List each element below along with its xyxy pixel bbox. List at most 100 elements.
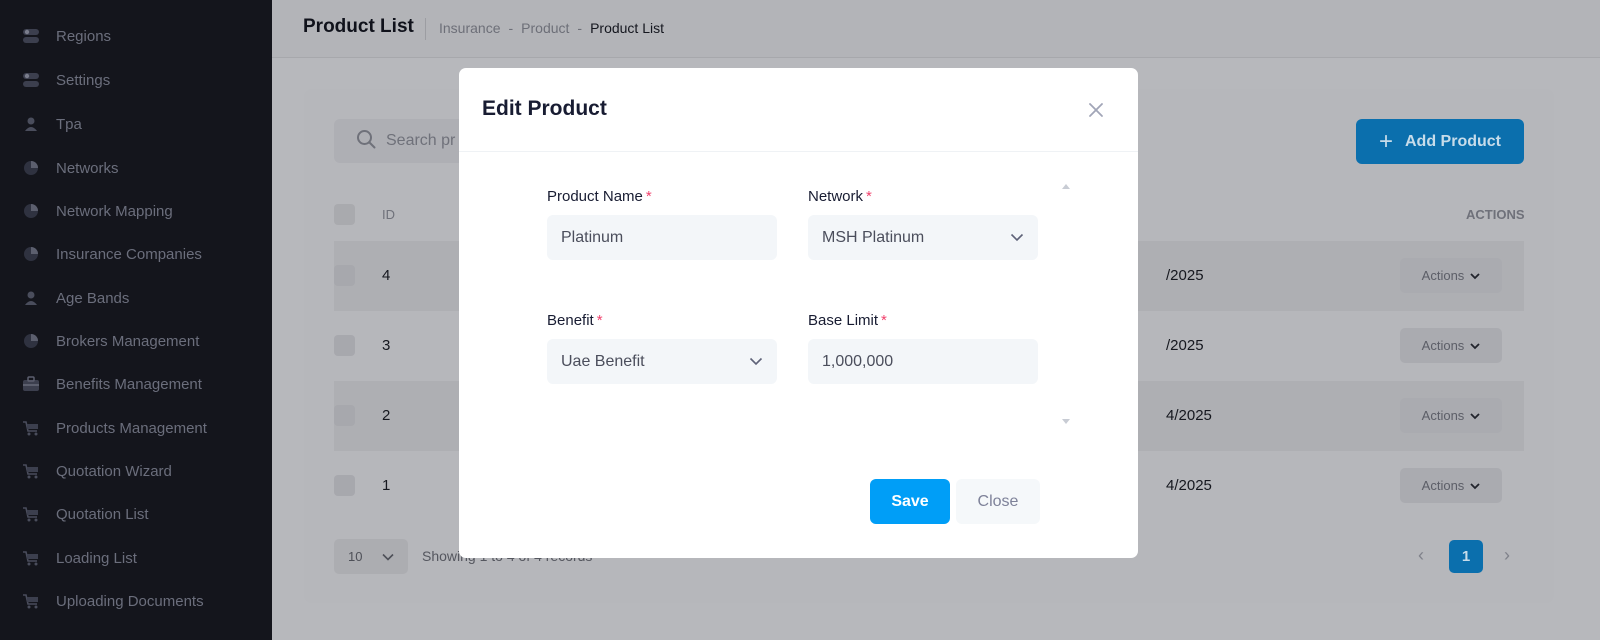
pie-chart-icon [22,245,40,263]
row-actions-button[interactable]: Actions [1400,398,1502,433]
breadcrumb-separator: - [577,20,583,36]
chevron-left-icon[interactable]: ‹ [1418,545,1424,566]
required-mark: * [881,312,887,329]
sidebar-item-tpa[interactable]: Tpa [0,106,272,142]
sidebar-item-insurance-companies[interactable]: Insurance Companies [0,236,272,272]
sidebar-item-label: Uploading Documents [56,592,204,610]
title-divider [425,18,426,40]
sidebar-item-networks[interactable]: Networks [0,150,272,186]
breadcrumb-item-current: Product List [590,20,665,36]
add-product-label: Add Product [1405,132,1501,150]
cart-icon [22,462,40,480]
sidebar-item-network-mapping[interactable]: Network Mapping [0,193,272,229]
chevron-down-icon [1470,338,1480,353]
sidebar-item-label: Loading List [56,549,137,567]
sidebar-item-regions[interactable]: Regions [0,18,272,54]
page-size-select[interactable]: 10 [334,539,408,574]
chevron-down-icon [1470,478,1480,493]
cart-icon [22,592,40,610]
sidebar-item-label: Networks [56,159,119,177]
page-header: Product List Insurance - Product - Produ… [272,0,1600,58]
chevron-down-icon [1470,408,1480,423]
pie-chart-icon [22,159,40,177]
row-id: 3 [382,337,391,354]
pagination-current-page[interactable]: 1 [1449,540,1483,573]
sidebar-item-age-bands[interactable]: Age Bands [0,280,272,316]
benefit-select[interactable]: Uae Benefit [547,339,777,384]
column-header-id[interactable]: ID [382,207,395,222]
breadcrumb-item-insurance[interactable]: Insurance [439,20,500,36]
network-value: MSH Platinum [822,228,925,246]
row-actions-button[interactable]: Actions [1400,258,1502,293]
product-name-input[interactable]: Platinum [547,215,777,260]
plus-icon: + [1378,127,1393,155]
sidebar-item-label: Network Mapping [56,202,173,220]
sidebar-item-loading-list[interactable]: Loading List [0,540,272,576]
chevron-down-icon [382,549,394,564]
network-select[interactable]: MSH Platinum [808,215,1038,260]
network-label-text: Network [808,188,864,205]
row-actions-label: Actions [1421,408,1465,423]
benefit-label: Benefit * [547,312,603,329]
sidebar-item-benefits-management[interactable]: Benefits Management [0,366,272,402]
scroll-up-arrow[interactable] [1062,184,1070,189]
benefit-label-text: Benefit [547,312,594,329]
product-name-label-text: Product Name [547,188,643,205]
close-button[interactable]: Close [956,479,1040,524]
row-actions-button[interactable]: Actions [1400,328,1502,363]
breadcrumb-separator: - [508,20,514,36]
sidebar-item-quotation-list[interactable]: Quotation List [0,496,272,532]
scroll-down-arrow[interactable] [1062,419,1070,424]
row-checkbox[interactable] [334,475,355,496]
sidebar-item-label: Brokers Management [56,332,200,350]
chevron-right-icon[interactable]: › [1504,545,1510,566]
row-checkbox[interactable] [334,265,355,286]
row-actions-label: Actions [1421,268,1465,283]
row-checkbox[interactable] [334,335,355,356]
search-icon [356,129,376,154]
sidebar-item-label: Benefits Management [56,375,202,393]
sidebar-item-quotation-wizard[interactable]: Quotation Wizard [0,453,272,489]
row-id: 2 [382,407,391,424]
network-label: Network * [808,188,872,205]
row-date: 4/2025 [1166,407,1212,424]
product-name-label: Product Name * [547,188,652,205]
required-mark: * [866,188,872,205]
briefcase-icon [22,375,40,393]
sidebar-item-label: Quotation Wizard [56,462,172,480]
base-limit-input[interactable]: 1,000,000 [808,339,1038,384]
breadcrumb: Insurance - Product - Product List [439,20,664,36]
sidebar-item-label: Settings [56,71,111,89]
base-limit-label: Base Limit * [808,312,887,329]
chevron-down-icon [1470,268,1480,283]
user-icon [22,115,40,133]
close-icon[interactable] [1084,98,1108,122]
row-actions-button[interactable]: Actions [1400,468,1502,503]
sidebar-item-brokers-management[interactable]: Brokers Management [0,323,272,359]
sidebar-item-label: Tpa [56,115,82,133]
sidebar-item-label: Quotation List [56,505,149,523]
edit-product-modal: Edit Product Product Name * Platinum Netw… [459,68,1138,558]
product-name-value: Platinum [561,228,624,246]
required-mark: * [645,188,652,205]
sidebar-item-label: Age Bands [56,289,130,307]
column-header-actions: ACTIONS [1466,207,1525,222]
toggle-icon [22,71,40,89]
row-checkbox[interactable] [334,405,355,426]
cart-icon [22,549,40,567]
save-button[interactable]: Save [870,479,950,524]
row-id: 1 [382,477,391,494]
sidebar-item-products-management[interactable]: Products Management [0,410,272,446]
select-all-checkbox[interactable] [334,204,355,225]
sidebar-item-settings[interactable]: Settings [0,62,272,98]
user-icon [22,289,40,307]
cart-icon [22,419,40,437]
page-size-value: 10 [348,549,363,564]
row-id: 4 [382,267,391,284]
breadcrumb-item-product[interactable]: Product [521,20,569,36]
row-actions-label: Actions [1421,478,1465,493]
sidebar-item-uploading-documents[interactable]: Uploading Documents [0,583,272,619]
modal-title: Edit Product [482,97,607,120]
add-product-button[interactable]: + Add Product [1356,119,1524,164]
chevron-down-icon [1010,229,1024,247]
